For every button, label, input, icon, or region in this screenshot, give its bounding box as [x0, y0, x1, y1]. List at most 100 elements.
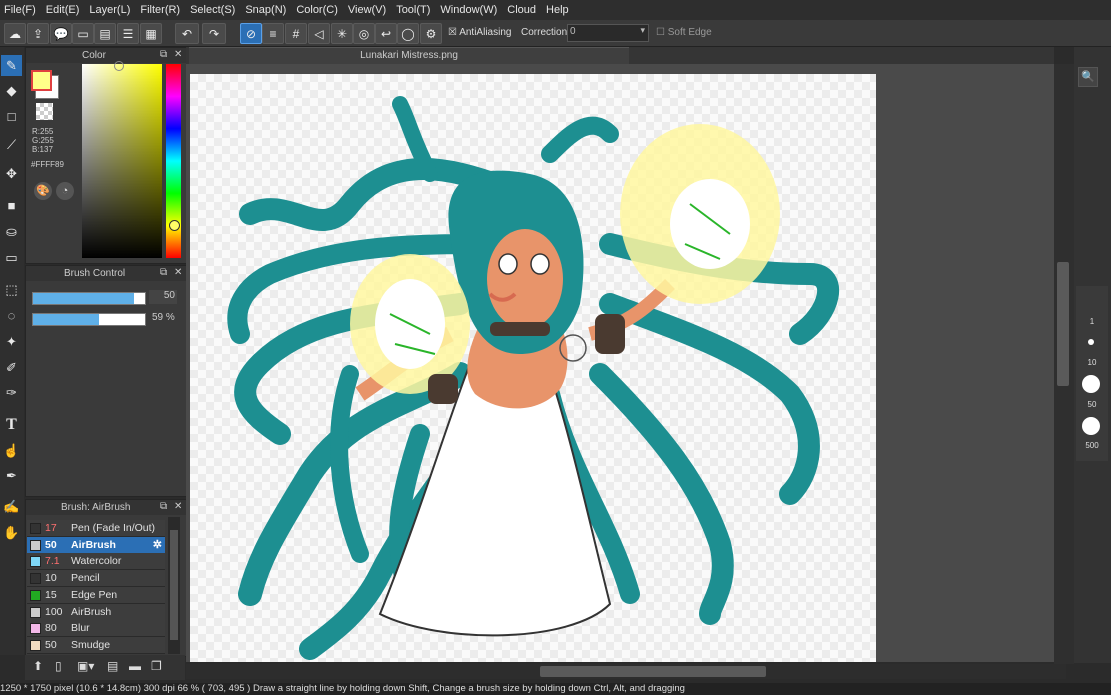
- eyedropper-icon[interactable]: ✒: [1, 465, 22, 486]
- brush-name-label: Blur: [71, 622, 90, 635]
- color-history-icon[interactable]: ◔: [56, 182, 74, 200]
- menu-select[interactable]: Select(S): [186, 4, 241, 16]
- menu-edit[interactable]: Edit(E): [42, 4, 86, 16]
- brush-list-item[interactable]: 50 Smudge: [27, 636, 165, 654]
- brush-list-item[interactable]: 10 Pencil: [27, 570, 165, 588]
- brush-size-value[interactable]: 50: [149, 290, 177, 304]
- brush-opacity-slider[interactable]: [32, 313, 146, 326]
- close-icon[interactable]: ✕: [174, 501, 182, 512]
- text-tool-icon[interactable]: T: [1, 414, 22, 435]
- hue-slider-handle[interactable]: [169, 220, 180, 231]
- menu-help[interactable]: Help: [542, 4, 575, 16]
- brush-size-10[interactable]: 10: [1078, 358, 1106, 367]
- menu-window[interactable]: Window(W): [436, 4, 503, 16]
- menu-color[interactable]: Color(C): [292, 4, 344, 16]
- brush-size-slider[interactable]: [32, 292, 146, 305]
- undock-icon[interactable]: ⧉: [160, 267, 167, 278]
- upload-icon[interactable]: ⇪: [27, 23, 49, 44]
- cloud-icon[interactable]: ☁: [4, 23, 26, 44]
- soft-edge-checkbox[interactable]: ☐ Soft Edge: [656, 27, 712, 38]
- duplicate-icon[interactable]: ❐: [151, 659, 162, 673]
- snap-perspective-icon[interactable]: ◁: [308, 23, 330, 44]
- menu-snap[interactable]: Snap(N): [241, 4, 292, 16]
- brush-size-label: 100: [45, 605, 63, 618]
- menu-tool[interactable]: Tool(T): [392, 4, 436, 16]
- zoom-icon[interactable]: 🔍: [1078, 67, 1098, 87]
- document-icon[interactable]: ▤: [94, 23, 116, 44]
- snap-off-icon[interactable]: ⊘: [240, 23, 262, 44]
- fill-rect-tool-icon[interactable]: ■: [1, 195, 22, 216]
- hand-tool-icon[interactable]: ✋: [1, 522, 22, 543]
- move-tool-icon[interactable]: ✥: [1, 163, 22, 184]
- brush-size-dot-small[interactable]: [1088, 339, 1094, 345]
- brush-size-dot-large[interactable]: [1082, 417, 1100, 435]
- select-eraser-icon[interactable]: ✑: [1, 382, 22, 403]
- palette-icon[interactable]: 🎨: [34, 182, 52, 200]
- list-icon[interactable]: ☰: [117, 23, 139, 44]
- brush-size-label: 50: [45, 638, 57, 651]
- snap-ellipse-icon[interactable]: ◯: [397, 23, 419, 44]
- comment-icon[interactable]: 💬: [50, 23, 72, 44]
- brush-list-item[interactable]: 100 AirBrush: [27, 603, 165, 621]
- chat-icon[interactable]: ▭: [72, 23, 94, 44]
- brush-list-item[interactable]: 15 Edge Pen: [27, 586, 165, 604]
- brush-size-dot-medium[interactable]: [1082, 375, 1100, 393]
- canvas[interactable]: [190, 74, 876, 662]
- snap-radial-icon[interactable]: ✳: [331, 23, 353, 44]
- rectangle-tool-icon[interactable]: □: [1, 106, 22, 127]
- snap-circle-icon[interactable]: ◎: [353, 23, 375, 44]
- foreground-color-swatch[interactable]: [31, 70, 52, 91]
- folder-icon[interactable]: ▬: [129, 659, 141, 673]
- close-icon[interactable]: ✕: [174, 267, 182, 278]
- new-brush-icon[interactable]: ▯: [55, 659, 62, 673]
- snap-grid-icon[interactable]: #: [285, 23, 307, 44]
- brush-size-500[interactable]: 500: [1078, 441, 1106, 450]
- color-picker-cursor[interactable]: [114, 61, 124, 71]
- vertical-scroll-thumb[interactable]: [1057, 262, 1069, 386]
- pen-tool-icon[interactable]: ✍: [1, 496, 22, 517]
- brush-tool-icon[interactable]: ✎: [1, 55, 22, 76]
- saturation-value-picker[interactable]: [82, 64, 162, 258]
- undo-icon[interactable]: ↶: [175, 23, 199, 44]
- select-pen-icon[interactable]: ✐: [1, 357, 22, 378]
- snap-curve-icon[interactable]: ↩: [375, 23, 397, 44]
- brush-type-icon[interactable]: ▣▾: [77, 659, 94, 673]
- settings-icon[interactable]: ⚙: [420, 23, 442, 44]
- brush-color-swatch: [30, 573, 41, 585]
- correction-value: 0: [570, 26, 576, 37]
- close-icon[interactable]: ✕: [174, 49, 182, 60]
- select-rect-icon[interactable]: ⬚: [1, 279, 22, 300]
- brush-size-1[interactable]: 1: [1078, 317, 1106, 326]
- lasso-icon[interactable]: ◌: [1, 305, 22, 326]
- menu-cloud[interactable]: Cloud: [503, 4, 542, 16]
- menu-layer[interactable]: Layer(L): [85, 4, 136, 16]
- magic-wand-icon[interactable]: ✦: [1, 331, 22, 352]
- line-tool-icon[interactable]: ⟋: [1, 134, 22, 155]
- gear-icon[interactable]: ✲: [153, 538, 162, 551]
- brush-list-item[interactable]: 80 Blur: [27, 620, 165, 638]
- brush-list-item[interactable]: 50 AirBrush ✲: [27, 536, 165, 554]
- eraser-tool-icon[interactable]: ◆: [1, 80, 22, 101]
- brush-cloud-icon[interactable]: ⬆: [33, 659, 43, 673]
- bucket-tool-icon[interactable]: ⛀: [1, 221, 22, 242]
- brush-properties-icon[interactable]: ▤: [107, 659, 118, 673]
- horizontal-scroll-thumb[interactable]: [540, 666, 766, 677]
- brush-list-item[interactable]: 7.1 Watercolor: [27, 553, 165, 571]
- transparent-swatch[interactable]: [36, 103, 53, 120]
- undock-icon[interactable]: ⧉: [160, 49, 167, 60]
- menu-filter[interactable]: Filter(R): [136, 4, 186, 16]
- pointer-tool-icon[interactable]: ☝: [1, 440, 22, 461]
- grid-icon[interactable]: ▦: [140, 23, 162, 44]
- antialiasing-checkbox[interactable]: ☒ AntiAliasing: [448, 27, 511, 38]
- gradient-tool-icon[interactable]: ▭: [1, 247, 22, 268]
- correction-select[interactable]: 0 ▾: [567, 24, 649, 42]
- redo-icon[interactable]: ↷: [202, 23, 226, 44]
- brush-size-50[interactable]: 50: [1078, 400, 1106, 409]
- undock-icon[interactable]: ⧉: [160, 501, 167, 512]
- menu-file[interactable]: File(F): [0, 4, 42, 16]
- brush-list-item[interactable]: 17 Pen (Fade In/Out): [27, 520, 165, 537]
- menu-view[interactable]: View(V): [344, 4, 392, 16]
- document-tab[interactable]: Lunakari Mistress.png: [189, 47, 629, 64]
- snap-parallel-icon[interactable]: ≡: [262, 23, 284, 44]
- brush-list-scroll-thumb[interactable]: [170, 530, 178, 640]
